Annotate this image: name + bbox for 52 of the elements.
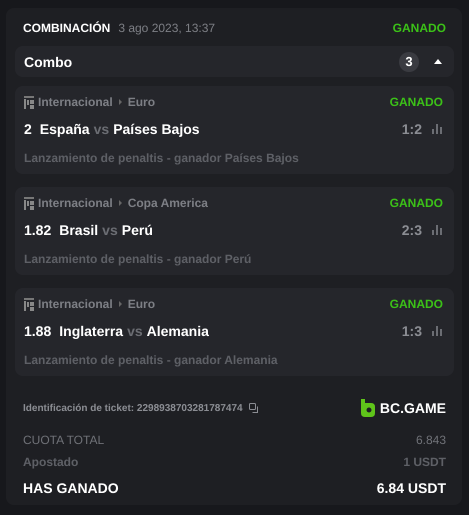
league-label: Euro bbox=[128, 297, 156, 311]
leg-status: GANADO bbox=[390, 95, 443, 109]
league-icon bbox=[24, 196, 34, 210]
match-score: 1:3 bbox=[402, 323, 422, 339]
category-label: Internacional bbox=[38, 297, 113, 311]
versus-label: vs bbox=[102, 222, 118, 238]
brand-name: BC.GAME bbox=[380, 400, 446, 416]
league-label: Copa America bbox=[128, 196, 208, 210]
brand-logo-icon bbox=[360, 399, 375, 417]
category-label: Internacional bbox=[38, 196, 113, 210]
leg-status: GANADO bbox=[390, 196, 443, 210]
odds-value: 2 bbox=[24, 121, 32, 137]
stats-icon[interactable] bbox=[432, 124, 443, 134]
versus-label: vs bbox=[127, 323, 143, 339]
total-value: 1 USDT bbox=[403, 454, 446, 470]
league-icon bbox=[24, 298, 34, 310]
copy-icon[interactable] bbox=[248, 403, 259, 413]
leg-status: GANADO bbox=[390, 297, 443, 311]
league-icon bbox=[24, 96, 34, 108]
bet-status: GANADO bbox=[392, 21, 446, 35]
away-team: Perú bbox=[122, 222, 153, 238]
caret-icon bbox=[434, 59, 442, 64]
category-label: Internacional bbox=[38, 95, 113, 109]
breadcrumb-separator-icon bbox=[118, 200, 122, 206]
league-label: Euro bbox=[128, 95, 156, 109]
bet-datetime: 3 ago 2023, 13:37 bbox=[118, 21, 216, 35]
total-label: HAS GANADO bbox=[23, 480, 119, 496]
market-description: Lanzamiento de penaltis - ganador Perú bbox=[24, 252, 252, 266]
market-description: Lanzamiento de penaltis - ganador Países Bajos bbox=[24, 151, 300, 165]
home-team: España bbox=[40, 121, 90, 137]
match-score: 2:3 bbox=[402, 222, 422, 238]
away-team: Alemania bbox=[146, 323, 209, 339]
total-value: 6.84 USDT bbox=[376, 480, 446, 496]
home-team: Inglaterra bbox=[59, 323, 124, 339]
odds-value: 1.82 bbox=[24, 222, 52, 238]
total-label: CUOTA TOTAL bbox=[23, 432, 104, 448]
stats-icon[interactable] bbox=[432, 326, 443, 336]
breadcrumb-separator-icon bbox=[118, 301, 122, 307]
total-label: Apostado bbox=[23, 454, 78, 470]
total-value: 6.843 bbox=[416, 432, 446, 448]
ticket-id: Identificación de ticket: 2298938703281787474 bbox=[23, 402, 243, 414]
selection-count-badge: 3 bbox=[399, 52, 419, 72]
home-team: Brasil bbox=[59, 222, 98, 238]
versus-label: vs bbox=[94, 121, 110, 137]
stats-icon[interactable] bbox=[432, 225, 443, 235]
breadcrumb-separator-icon bbox=[118, 99, 122, 105]
away-team: Países Bajos bbox=[113, 121, 200, 137]
match-score: 1:2 bbox=[402, 121, 422, 137]
bet-type-label: COMBINACIÓN bbox=[23, 21, 110, 35]
market-description: Lanzamiento de penaltis - ganador Alemania bbox=[24, 353, 279, 367]
combo-toggle[interactable]: Combo 3 bbox=[15, 46, 454, 77]
odds-value: 1.88 bbox=[24, 323, 52, 339]
